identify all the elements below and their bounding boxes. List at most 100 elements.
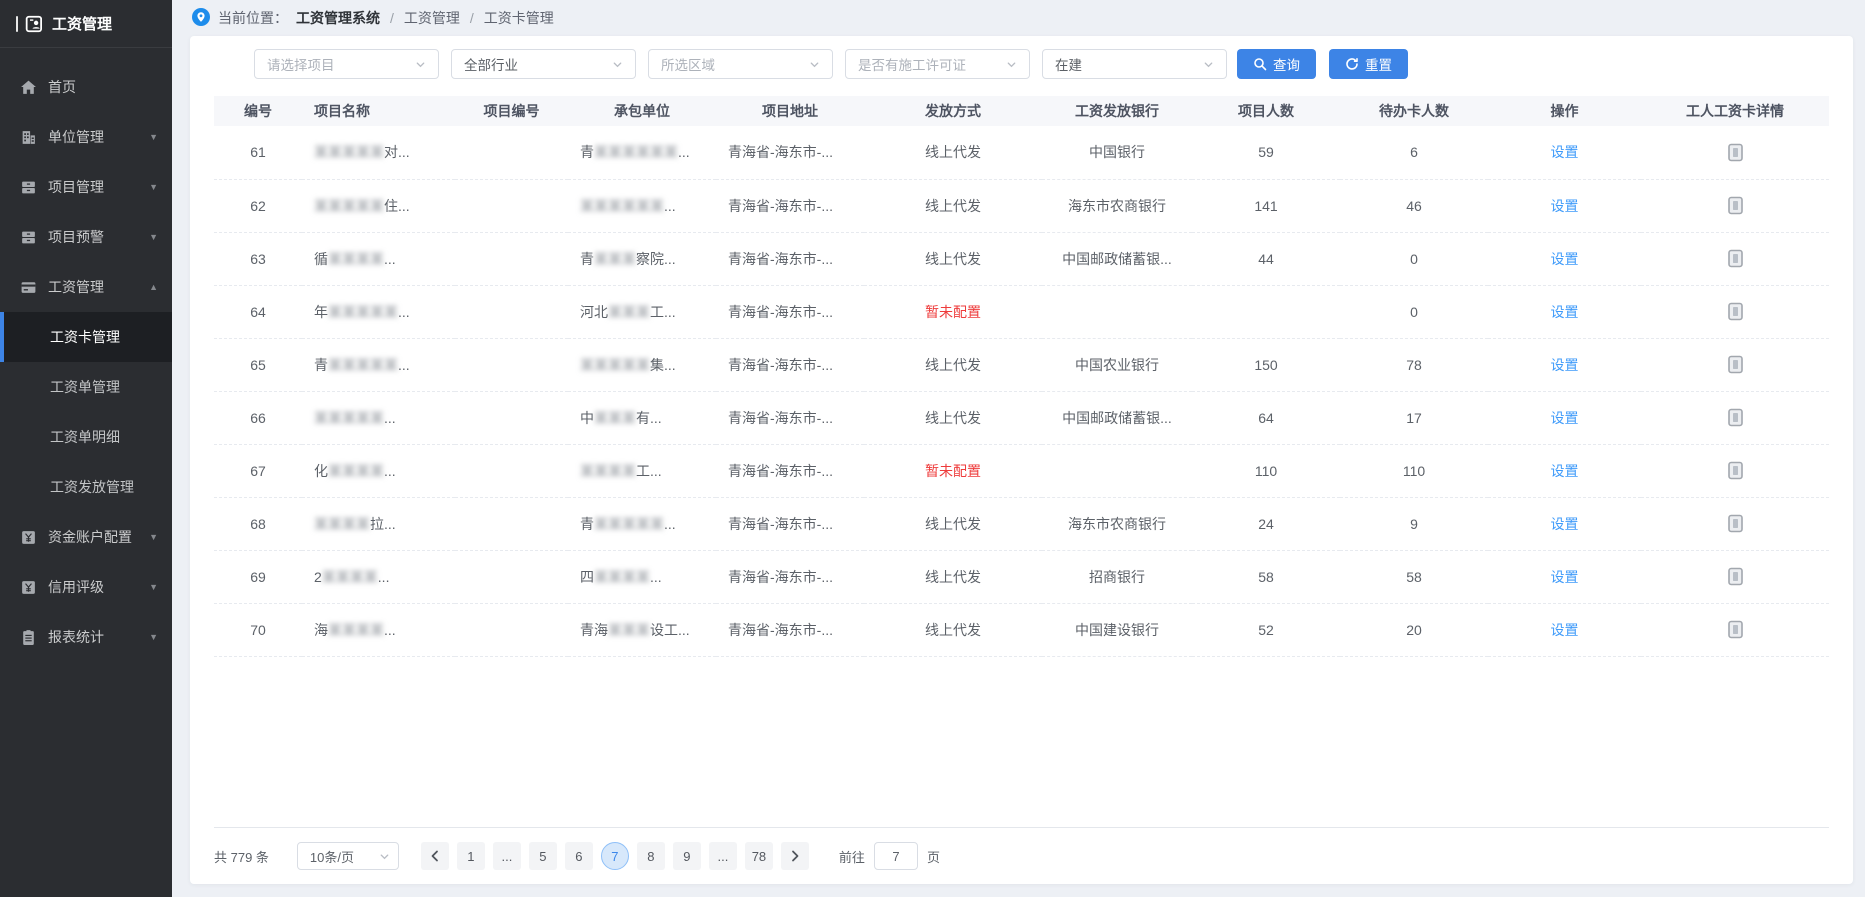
page-button-9[interactable]: 9 (673, 842, 701, 870)
page-size-select[interactable]: 10条/页 (297, 842, 399, 870)
cell-action: 设置 (1488, 285, 1641, 338)
table-row: 65青某某某某某...某某某某某集...青海省-海东市-...线上代发中国农业银… (214, 338, 1829, 391)
cell-project-name: 某某某某拉... (302, 497, 455, 550)
project-filter-select[interactable]: 请选择项目 (254, 49, 439, 79)
filter-bar: 请选择项目全部行业所选区域是否有施工许可证在建 查询 重置 (254, 48, 1829, 80)
sidebar-subitem-3[interactable]: 工资发放管理 (0, 462, 172, 512)
wage-card-detail-icon[interactable] (1728, 408, 1743, 427)
settings-link[interactable]: 设置 (1551, 144, 1579, 160)
cell-people: 64 (1192, 391, 1340, 444)
cell-id: 61 (214, 126, 302, 179)
home-icon (20, 79, 37, 96)
column-header: 项目名称 (302, 96, 455, 126)
cell-detail (1641, 285, 1829, 338)
wage-card-detail-icon[interactable] (1728, 514, 1743, 533)
page-button-78[interactable]: 78 (745, 842, 773, 870)
sidebar-subitem-1[interactable]: 工资单管理 (0, 362, 172, 412)
page-button-8[interactable]: 8 (637, 842, 665, 870)
badge-icon (25, 14, 45, 34)
cell-people (1192, 285, 1340, 338)
region-filter-select[interactable]: 所选区域 (648, 49, 833, 79)
cell-method: 线上代发 (864, 338, 1042, 391)
page-button-5[interactable]: 5 (529, 842, 557, 870)
refresh-icon (1345, 57, 1359, 71)
cell-detail (1641, 497, 1829, 550)
cell-bank: 中国邮政储蓄银... (1042, 232, 1192, 285)
wage-card-detail-icon[interactable] (1728, 196, 1743, 215)
settings-link[interactable]: 设置 (1551, 622, 1579, 638)
wage-card-detail-icon[interactable] (1728, 620, 1743, 639)
pagination-total: 共 779 条 (214, 847, 269, 866)
settings-link[interactable]: 设置 (1551, 198, 1579, 214)
sidebar-item-1[interactable]: 单位管理▼ (0, 112, 172, 162)
settings-link[interactable]: 设置 (1551, 569, 1579, 585)
clipboard-icon (20, 629, 37, 646)
search-icon (1253, 57, 1267, 71)
wage-card-detail-icon[interactable] (1728, 249, 1743, 268)
column-header: 发放方式 (864, 96, 1042, 126)
chevron-down-icon: ▼ (149, 532, 158, 542)
redacted-text: 某某某某 (328, 622, 384, 638)
cell-method: 线上代发 (864, 603, 1042, 656)
table-row: 66某某某某某...中某某某有...青海省-海东市-...线上代发中国邮政储蓄银… (214, 391, 1829, 444)
wage-card-detail-icon[interactable] (1728, 461, 1743, 480)
wage-card-detail-icon[interactable] (1728, 355, 1743, 374)
chevron-down-icon: ▼ (149, 582, 158, 592)
sidebar: 工资管理 首页单位管理▼项目管理▼项目预警▼工资管理▲工资卡管理工资单管理工资单… (0, 0, 172, 897)
sidebar-item-2[interactable]: 项目管理▼ (0, 162, 172, 212)
page-button-7[interactable]: 7 (601, 842, 629, 870)
breadcrumb-root[interactable]: 工资管理系统 (296, 8, 380, 28)
prev-page-button[interactable] (421, 842, 449, 870)
wage-card-detail-icon[interactable] (1728, 143, 1743, 162)
sidebar-subitem-0[interactable]: 工资卡管理 (0, 312, 172, 362)
sidebar-item-7[interactable]: 报表统计▼ (0, 612, 172, 662)
cell-id: 67 (214, 444, 302, 497)
sidebar-item-6[interactable]: 信用评级▼ (0, 562, 172, 612)
industry-filter-select[interactable]: 全部行业 (451, 49, 636, 79)
status-filter-select[interactable]: 在建 (1042, 49, 1227, 79)
permit-filter-select[interactable]: 是否有施工许可证 (845, 49, 1030, 79)
table-row: 61某某某某某对...青某某某某某某...青海省-海东市-...线上代发中国银行… (214, 126, 1829, 179)
cell-project-name: 某某某某某... (302, 391, 455, 444)
cell-pending: 78 (1340, 338, 1488, 391)
redacted-text: 某某某 (594, 410, 636, 426)
sidebar-item-4[interactable]: 工资管理▲ (0, 262, 172, 312)
cell-method: 暂未配置 (864, 285, 1042, 338)
settings-link[interactable]: 设置 (1551, 304, 1579, 320)
wage-card-detail-icon[interactable] (1728, 567, 1743, 586)
cell-people: 58 (1192, 550, 1340, 603)
reset-button[interactable]: 重置 (1329, 49, 1408, 79)
cell-pending: 17 (1340, 391, 1488, 444)
sidebar-item-label: 工资管理 (48, 277, 149, 297)
sidebar-item-5[interactable]: 资金账户配置▼ (0, 512, 172, 562)
cell-pending: 110 (1340, 444, 1488, 497)
cell-id: 62 (214, 179, 302, 232)
settings-link[interactable]: 设置 (1551, 410, 1579, 426)
page-button-1[interactable]: 1 (457, 842, 485, 870)
settings-link[interactable]: 设置 (1551, 516, 1579, 532)
search-button[interactable]: 查询 (1237, 49, 1316, 79)
cell-bank: 招商银行 (1042, 550, 1192, 603)
page-ellipsis[interactable]: ... (709, 842, 737, 870)
breadcrumb-item[interactable]: 工资管理 (404, 8, 460, 28)
wage-card-detail-icon[interactable] (1728, 302, 1743, 321)
cell-contractor: 四某某某某... (568, 550, 716, 603)
cell-id: 68 (214, 497, 302, 550)
cell-project-name: 青某某某某某... (302, 338, 455, 391)
goto-page-input[interactable] (874, 842, 918, 870)
sidebar-item-3[interactable]: 项目预警▼ (0, 212, 172, 262)
settings-link[interactable]: 设置 (1551, 357, 1579, 373)
sidebar-item-0[interactable]: 首页 (0, 62, 172, 112)
cell-detail (1641, 179, 1829, 232)
page-ellipsis[interactable]: ... (493, 842, 521, 870)
sidebar-subitem-2[interactable]: 工资单明细 (0, 412, 172, 462)
redacted-text: 某某某某某 (328, 304, 398, 320)
breadcrumb-item[interactable]: 工资卡管理 (484, 8, 554, 28)
settings-link[interactable]: 设置 (1551, 463, 1579, 479)
filter-selects: 请选择项目全部行业所选区域是否有施工许可证在建 (254, 49, 1227, 79)
page-button-6[interactable]: 6 (565, 842, 593, 870)
cell-id: 69 (214, 550, 302, 603)
settings-link[interactable]: 设置 (1551, 251, 1579, 267)
next-page-button[interactable] (781, 842, 809, 870)
cell-id: 65 (214, 338, 302, 391)
